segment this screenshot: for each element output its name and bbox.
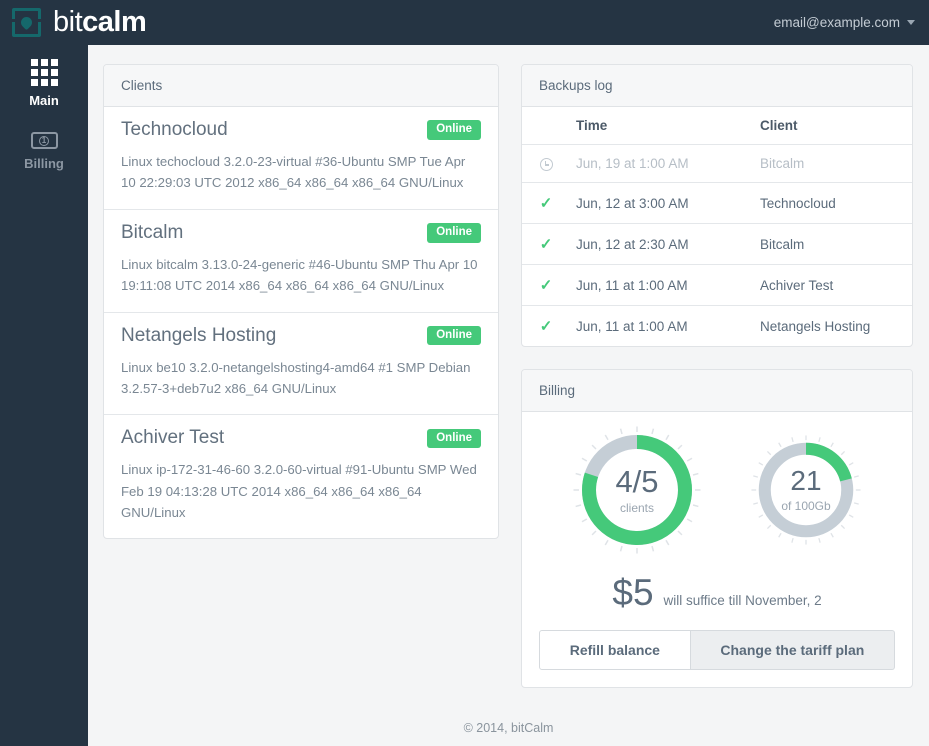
sidebar-item-main-label: Main <box>29 93 59 108</box>
column-time: Time <box>570 107 754 145</box>
table-header-row: Time Client <box>522 107 912 145</box>
user-menu[interactable]: email@example.com <box>774 15 929 30</box>
client-header: Bitcalm Online <box>121 222 481 244</box>
table-row[interactable]: ✓ Jun, 12 at 3:00 AM Technocloud <box>522 182 912 224</box>
storage-gauge-svg <box>751 435 861 545</box>
client-cell: Netangels Hosting <box>760 318 871 334</box>
grid-icon <box>30 59 58 86</box>
backups-log-card: Backups log Time Client Jun, 19 at 1:00 … <box>521 64 913 347</box>
client-list-item[interactable]: Achiver Test Online Linux ip-172-31-46-6… <box>104 415 498 538</box>
table-row[interactable]: ✓ Jun, 11 at 1:00 AM Netangels Hosting <box>522 306 912 347</box>
client-cell: Bitcalm <box>754 144 912 183</box>
sidebar-item-main[interactable]: Main <box>0 45 88 118</box>
table-row[interactable]: Jun, 19 at 1:00 AM Bitcalm <box>522 144 912 183</box>
left-column: Clients Technocloud Online Linux techocl… <box>103 64 499 561</box>
sidebar-item-billing[interactable]: 1 Billing <box>0 118 88 181</box>
clients-gauge-svg <box>573 426 701 554</box>
user-email-label: email@example.com <box>773 15 900 30</box>
table-row[interactable]: ✓ Jun, 11 at 1:00 AM Achiver Test <box>522 264 912 306</box>
status-cell: ✓ <box>522 306 570 347</box>
brand-wordmark: bitcalm <box>53 6 147 39</box>
client-name: Bitcalm <box>121 221 184 243</box>
client-header: Achiver Test Online <box>121 427 481 449</box>
status-badge: Online <box>427 223 481 243</box>
backups-log-title: Backups log <box>522 65 912 107</box>
status-badge: Online <box>427 428 481 448</box>
client-name: Achiver Test <box>121 427 225 449</box>
app-root: bitcalm email@example.com Main 1 Billing… <box>0 0 929 746</box>
client-description: Linux be10 3.2.0-netangelshosting4-amd64… <box>121 359 471 396</box>
status-badge: Online <box>427 120 481 140</box>
client-list-item[interactable]: Technocloud Online Linux techocloud 3.2.… <box>104 107 498 210</box>
time-cell: Jun, 12 at 2:30 AM <box>570 223 754 265</box>
sidebar: Main 1 Billing <box>0 45 88 746</box>
billing-card-title: Billing <box>522 370 912 412</box>
chevron-down-icon <box>907 20 915 25</box>
status-cell <box>522 144 570 183</box>
balance-note: will suffice till November, 2 <box>663 593 822 608</box>
check-icon: ✓ <box>539 236 553 253</box>
client-header: Netangels Hosting Online <box>121 325 481 347</box>
client-list-item[interactable]: Netangels Hosting Online Linux be10 3.2.… <box>104 313 498 416</box>
client-description: Linux techocloud 3.2.0-23-virtual #36-Ub… <box>121 154 466 191</box>
top-header: bitcalm email@example.com <box>0 0 929 45</box>
brand-light: bit <box>53 6 83 38</box>
clients-card-title: Clients <box>104 65 498 107</box>
client-name: Netangels Hosting <box>121 324 277 346</box>
clients-gauge: 4/5 clients <box>573 426 701 554</box>
clients-card: Clients Technocloud Online Linux techocl… <box>103 64 499 540</box>
status-badge: Online <box>427 325 481 346</box>
client-description: Linux ip-172-31-46-60 3.2.0-60-virtual #… <box>121 462 477 520</box>
sidebar-item-billing-label: Billing <box>24 156 64 171</box>
billing-body: 4/5 clients 21 of 100Gb $5 will suffice … <box>522 412 912 687</box>
client-cell: Technocloud <box>754 182 912 224</box>
client-cell: Achiver Test <box>754 264 912 306</box>
time-cell: Jun, 12 at 3:00 AM <box>570 182 754 224</box>
check-icon: ✓ <box>539 195 553 212</box>
client-header: Technocloud Online <box>121 119 481 141</box>
time-cell: Jun, 11 at 1:00 AM <box>570 264 754 306</box>
status-cell: ✓ <box>522 223 570 265</box>
copyright-text: © 2014, bitCalm <box>463 721 554 735</box>
billing-gauges: 4/5 clients 21 of 100Gb <box>539 426 895 554</box>
banknote-icon: 1 <box>30 132 58 149</box>
check-icon: ✓ <box>539 277 553 294</box>
right-column: Backups log Time Client Jun, 19 at 1:00 … <box>521 64 913 711</box>
main-content: Clients Technocloud Online Linux techocl… <box>88 45 929 746</box>
change-tariff-plan-button[interactable]: Change the tariff plan <box>690 630 896 670</box>
clock-icon <box>539 157 553 171</box>
bitcalm-logo-icon <box>11 8 42 37</box>
check-icon: ✓ <box>539 318 553 335</box>
client-cell: Bitcalm <box>754 223 912 265</box>
client-description: Linux bitcalm 3.13.0-24-generic #46-Ubun… <box>121 256 478 294</box>
column-client: Client <box>754 107 912 145</box>
column-status <box>522 107 570 145</box>
billing-actions: Refill balance Change the tariff plan <box>539 630 896 670</box>
storage-gauge: 21 of 100Gb <box>751 435 861 545</box>
brand-bold: calm <box>82 6 147 38</box>
footer: © 2014, bitCalm f <box>88 711 929 746</box>
status-cell: ✓ <box>522 264 570 306</box>
time-cell: Jun, 19 at 1:00 AM <box>570 144 754 183</box>
brand-logo[interactable]: bitcalm <box>0 6 147 39</box>
balance-row: $5 will suffice till November, 2 <box>539 572 895 614</box>
refill-balance-button[interactable]: Refill balance <box>539 630 691 670</box>
client-list-item[interactable]: Bitcalm Online Linux bitcalm 3.13.0-24-g… <box>104 210 498 313</box>
balance-amount: $5 <box>612 572 654 613</box>
backups-log-table: Time Client Jun, 19 at 1:00 AM Bitcalm ✓… <box>522 107 912 346</box>
dashboard-columns: Clients Technocloud Online Linux techocl… <box>88 45 929 711</box>
status-cell: ✓ <box>522 182 570 224</box>
time-cell: Jun, 11 at 1:00 AM <box>576 318 688 334</box>
client-name: Technocloud <box>121 119 228 140</box>
table-row[interactable]: ✓ Jun, 12 at 2:30 AM Bitcalm <box>522 223 912 265</box>
billing-card: Billing 4/5 clients 21 of 100Gb $5 will … <box>521 369 913 688</box>
